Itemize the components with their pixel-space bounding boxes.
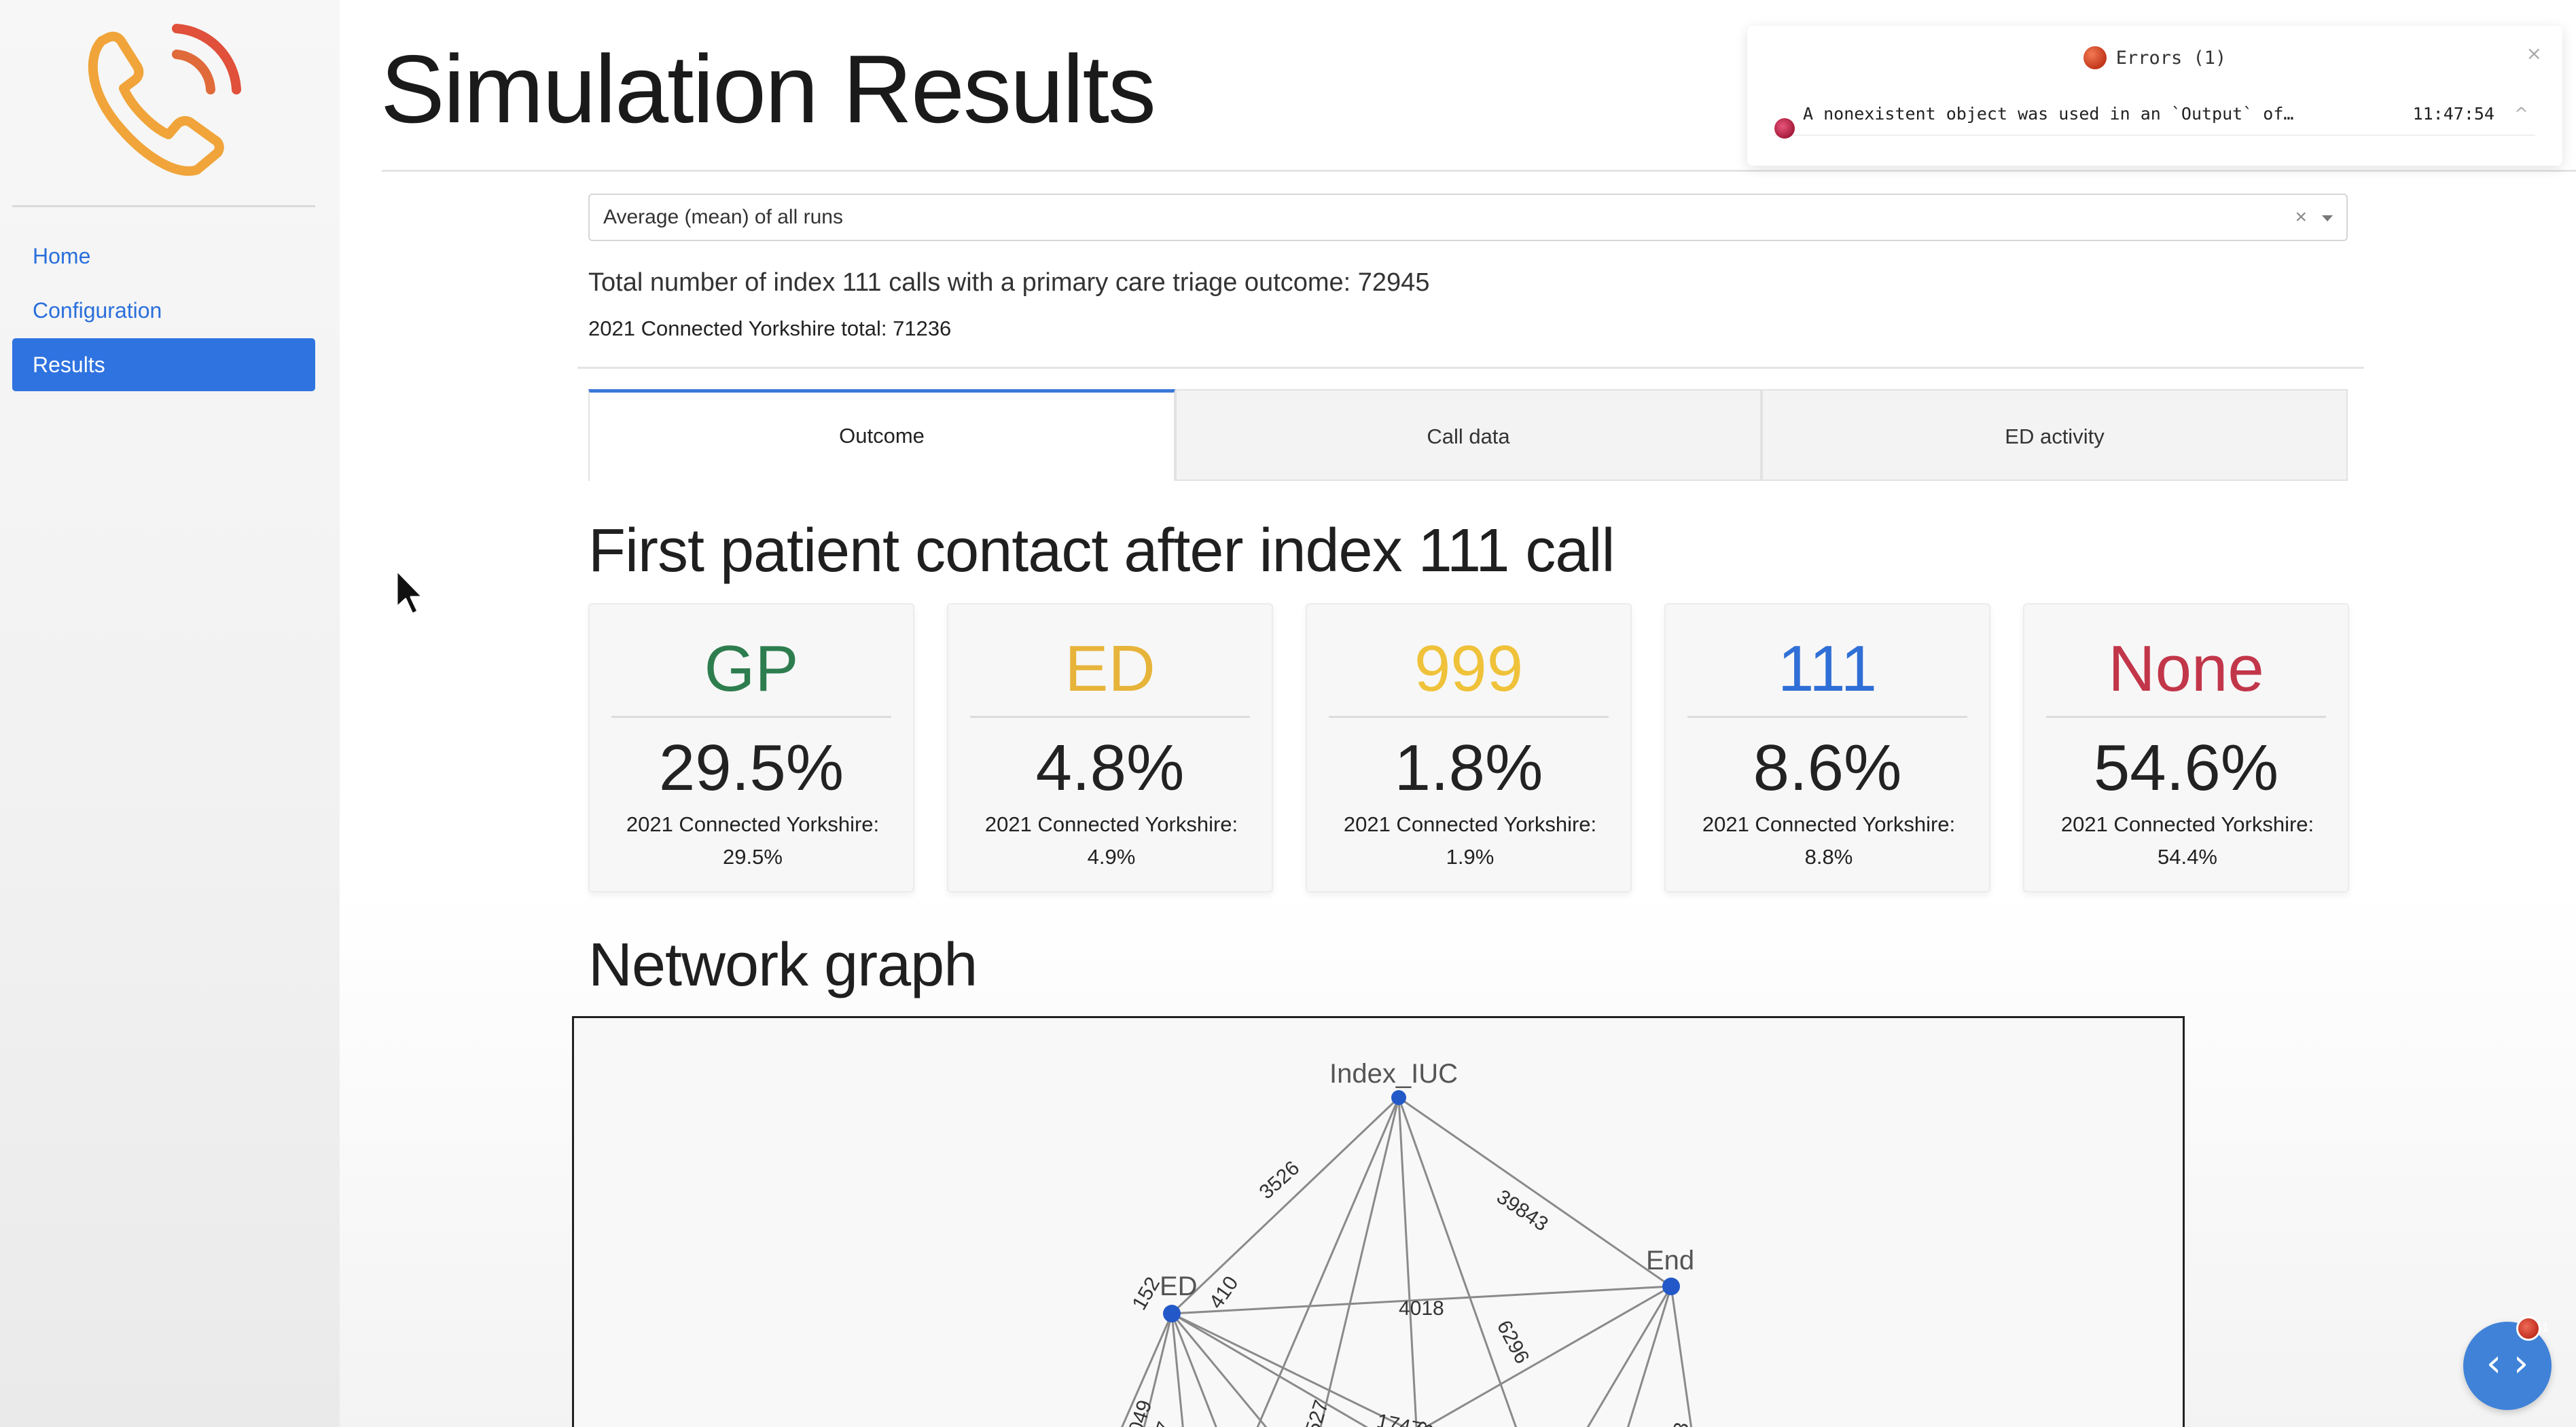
devtools-error-badge-icon [2516,1316,2541,1341]
card-reference-value: 1.9% [1446,845,1495,869]
graph-edge [1586,1286,1672,1427]
card-reference-value: 29.5% [723,845,783,869]
graph-edge-label: 410 [1205,1272,1243,1313]
error-indicator-icon [2083,46,2107,69]
sidebar: Home Configuration Results [0,0,340,1427]
graph-node-label-index-iuc: Index_IUC [1329,1059,1458,1089]
network-graph[interactable]: 3526 39843 152 410 4018 6296 2049 17 152… [572,1016,2185,1427]
sidebar-divider [12,205,315,207]
graph-edge-label: 39843 [1492,1185,1552,1235]
card-reference-value: 54.4% [2158,845,2217,869]
tab-call-data[interactable]: Call data [1175,389,1761,481]
connected-total-text: 2021 Connected Yorkshire total: 71236 [588,317,952,340]
card-label: 111 [1778,632,1877,705]
card-reference-label: 2021 Connected Yorkshire: [626,812,880,836]
clear-selection-icon[interactable]: × [2295,195,2307,240]
card-divider [1329,716,1609,718]
card-reference-label: 2021 Connected Yorkshire: [2060,812,2314,836]
total-calls-text: Total number of index 111 calls with a p… [588,268,1430,297]
error-toast: Errors (1) × A nonexistent object was us… [1747,26,2562,166]
card-reference-value: 8.8% [1804,845,1853,869]
card-label: 999 [1414,632,1524,705]
card-reference: 2021 Connected Yorkshire: 8.8% [1679,808,1978,873]
stat-card-ed: ED 4.8% 2021 Connected Yorkshire: 4.9% [947,603,1273,892]
tab-outcome[interactable]: Outcome [588,389,1175,481]
stat-card-999: 999 1.8% 2021 Connected Yorkshire: 1.9% [1306,603,1632,892]
phone-logo-icon [88,24,241,176]
error-timestamp: 11:47:54 [2412,104,2494,124]
card-label: GP [704,632,799,705]
card-reference-label: 2021 Connected Yorkshire: [1343,812,1597,836]
graph-edge-label: 1527 [1298,1397,1333,1427]
mouse-cursor-icon [395,569,424,615]
card-divider [1687,716,1967,718]
title-divider [382,170,2576,172]
first-contact-heading: First patient contact after index 111 ca… [588,517,1615,585]
graph-edge [1423,1285,1672,1427]
network-graph-heading: Network graph [588,931,978,999]
error-row[interactable]: A nonexistent object was used in an `Out… [1774,94,2535,139]
content-divider [577,367,2364,369]
graph-edge [1171,1312,1369,1427]
chevron-down-icon[interactable] [2322,215,2333,221]
card-reference-label: 2021 Connected Yorkshire: [984,812,1238,836]
card-reference-label: 2021 Connected Yorkshire: [1702,812,1956,836]
devtools-error-count: 1 [2542,1320,2550,1334]
graph-edge-labels: 3526 39843 152 410 4018 6296 2049 17 152… [1121,1157,1693,1427]
card-reference: 2021 Connected Yorkshire: 1.9% [1321,808,1620,873]
graph-edge-label: 6296 [1492,1317,1533,1367]
graph-edge-label: 4018 [1399,1297,1444,1320]
card-divider [611,716,891,718]
chevron-up-icon[interactable]: ^ [2514,94,2528,134]
error-toast-title[interactable]: Errors (1) [1747,46,2562,69]
card-value: 54.6% [2093,731,2279,804]
stat-card-gp: GP 29.5% 2021 Connected Yorkshire: 29.5% [588,603,914,892]
graph-edge-label: 17 [1148,1419,1177,1427]
error-toast-title-text: Errors (1) [2115,48,2227,69]
graph-node-index-iuc[interactable] [1391,1090,1406,1105]
card-reference: 2021 Connected Yorkshire: 4.9% [962,808,1261,873]
card-reference-value: 4.9% [1087,845,1136,869]
run-select-value: Average (mean) of all runs [603,206,843,228]
card-reference: 2021 Connected Yorkshire: 29.5% [603,808,902,873]
graph-node-labels: Index_IUC ED End [1160,1059,1694,1301]
sidebar-item-configuration[interactable]: Configuration [12,284,315,337]
stat-card-111: 111 8.6% 2021 Connected Yorkshire: 8.8% [1664,603,1990,892]
card-value: 29.5% [658,731,844,804]
sidebar-item-home[interactable]: Home [12,230,315,283]
card-label: None [2108,632,2264,705]
error-message: A nonexistent object was used in an `Out… [1803,104,2294,124]
app-page: Home Configuration Results Simulation Re… [0,0,2576,1427]
stat-card-none: None 54.6% 2021 Connected Yorkshire: 54.… [2023,603,2349,892]
page-title: Simulation Results [380,35,1156,143]
graph-node-label-ed: ED [1160,1271,1198,1301]
graph-edge [1256,1097,1400,1427]
tab-ed-activity[interactable]: ED activity [1761,389,2348,481]
graph-edge [1670,1286,1693,1427]
graph-edge [1627,1286,1672,1427]
sidebar-item-results[interactable]: Results [12,338,315,391]
graph-edge-label: 3526 [1255,1157,1304,1204]
graph-edges [1121,1096,1693,1427]
graph-node-ed[interactable] [1163,1305,1181,1322]
network-graph-canvas: 3526 39843 152 410 4018 6296 2049 17 152… [1121,1059,1694,1427]
graph-edge [1170,1096,1400,1315]
results-tabs: Outcome Call data ED activity [588,389,2348,481]
card-value: 8.6% [1753,731,1902,804]
run-select-dropdown[interactable]: Average (mean) of all runs × [588,194,2348,241]
card-value: 4.8% [1035,731,1185,804]
graph-edge [1397,1097,1518,1427]
error-icon [1774,118,1795,139]
card-label: ED [1065,632,1156,705]
card-value: 1.8% [1394,731,1543,804]
graph-node-label-end: End [1646,1246,1694,1276]
close-icon[interactable]: × [2526,42,2542,65]
card-reference: 2021 Connected Yorkshire: 54.4% [2038,808,2337,873]
graph-edge [1397,1097,1418,1427]
graph-edge [1398,1096,1672,1288]
card-divider [2046,716,2326,718]
card-divider [970,716,1250,718]
graph-node-end[interactable] [1662,1278,1680,1295]
